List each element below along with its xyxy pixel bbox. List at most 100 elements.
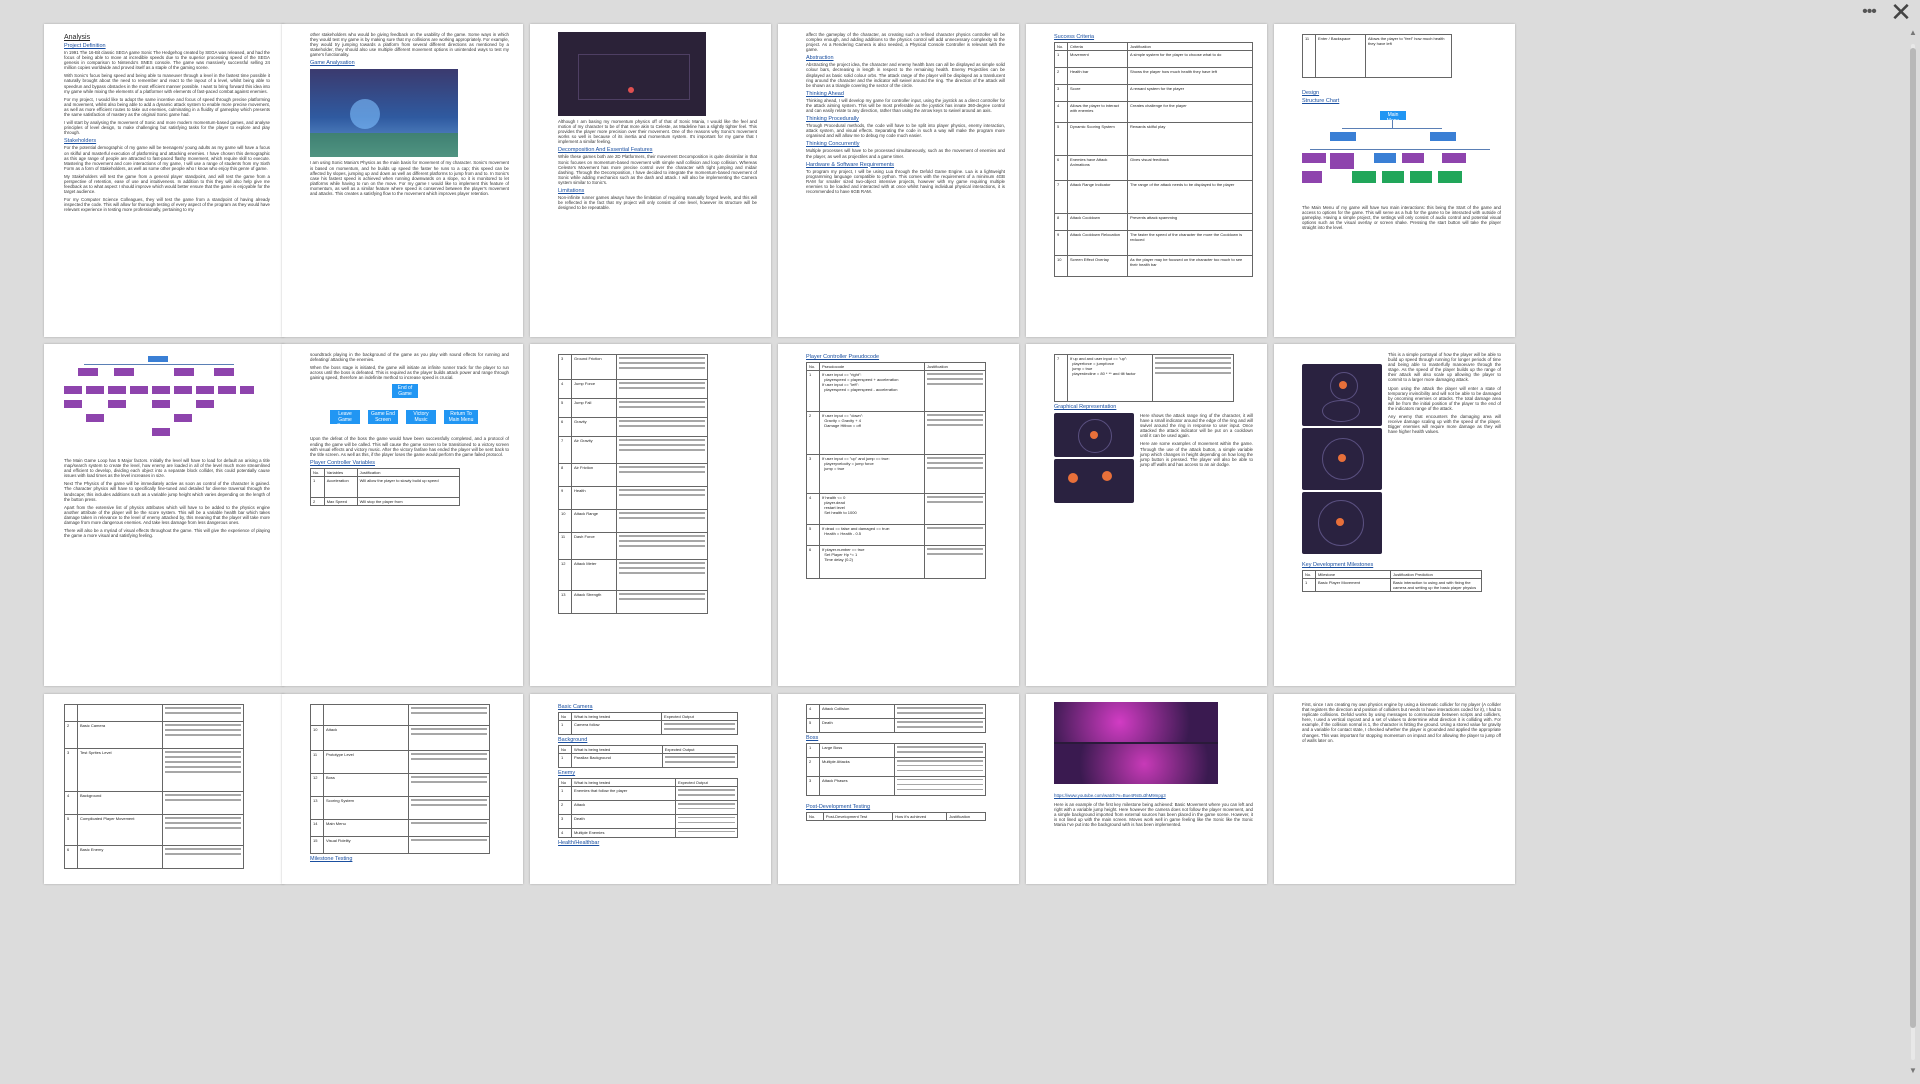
- document-page-17[interactable]: https://www.youtube.com/watch?v=Bue4RsEu…: [1026, 694, 1267, 884]
- cell: Attack: [323, 725, 409, 751]
- document-page-16[interactable]: 4 Attack Collision 5 Death Boss 1 Large Bos…: [778, 694, 1019, 884]
- section-heading: Key Development Milestones: [1302, 562, 1374, 568]
- table-row: 5 Dynamic Scoring System Rewards skilful p…: [1054, 122, 1253, 156]
- document-page-4[interactable]: affect the gameplay of the character, as…: [778, 24, 1019, 337]
- cell: [310, 704, 324, 726]
- chart-node: [218, 386, 236, 394]
- document-page-13[interactable]: 2 Basic Camera 3 Test Sprites Level 4 Backg…: [44, 694, 284, 884]
- document-page-5[interactable]: Success Criteria No. Criteria Justificat…: [1026, 24, 1267, 337]
- paragraph: Non-infinite runner games always have th…: [558, 195, 757, 211]
- document-page-10[interactable]: Player Controller Pseudocode No. Pseudoc…: [778, 344, 1019, 686]
- cell: 3: [1054, 84, 1068, 102]
- player-orb: [1068, 473, 1078, 483]
- table-row: 13 Scoring System: [310, 796, 490, 820]
- cell: The range of the attack needs to be disp…: [1127, 180, 1253, 214]
- table-row: 9 Health: [558, 486, 708, 510]
- paragraph: First, since I am creating my own physic…: [1302, 702, 1501, 743]
- cell: 2: [558, 799, 572, 815]
- document-page-3[interactable]: Although I am basing my momentum physics…: [530, 24, 771, 337]
- cell: Basic Enemy: [77, 845, 163, 869]
- table-row: 15 Visual Fidelity: [310, 836, 490, 854]
- document-page-7[interactable]: The Main Game Loop has 5 Major factors. …: [44, 344, 284, 686]
- table-row: 6 If player.number == true Set Player Hp …: [806, 545, 986, 579]
- cell: Camera follow: [570, 720, 663, 735]
- paragraph: Upon using the attack the player will en…: [1388, 385, 1501, 411]
- milestones-table: No. Milestone Justification Prediction 1…: [1302, 570, 1482, 592]
- section-heading: Enemy: [558, 769, 576, 776]
- document-page-6[interactable]: 11 Enter / Backspace Allows the player t…: [1274, 24, 1515, 337]
- table-header: Variables: [323, 467, 358, 477]
- table-header: Expected Output: [661, 744, 739, 754]
- document-page-15[interactable]: Basic Camera No What is being tested Expec…: [530, 694, 771, 884]
- cell: Dynamic Scoring System: [1067, 122, 1128, 156]
- table-row: 4 Jump Force: [558, 379, 708, 399]
- cell: 6: [64, 845, 78, 869]
- chart-node: [152, 400, 170, 408]
- cell: 9: [558, 486, 572, 510]
- player-orb: [1102, 471, 1112, 481]
- code-cell: If user input == "right": playerspeed = …: [819, 370, 925, 412]
- table-header: How it's achieved: [892, 811, 948, 821]
- chart-node: [240, 386, 254, 394]
- document-page-9[interactable]: 3 Ground Friction 4 Jump Force 5 Jump Fall …: [530, 344, 771, 686]
- document-page-14[interactable]: 10 Attack 11 Prototype Level 12 Boss 13 Scor…: [282, 694, 523, 884]
- vertical-scrollbar[interactable]: ▲ ▼: [1908, 28, 1918, 1076]
- table-row: 3 Score A reward system for the player: [1054, 84, 1253, 102]
- table-row: 1 Enemies that follow the player: [558, 785, 738, 801]
- scroll-up-arrow-icon[interactable]: ▲: [1908, 28, 1918, 38]
- section-heading: Thinking Concurrently: [806, 141, 860, 148]
- cell: 2: [806, 756, 820, 777]
- cell: 3: [806, 454, 820, 494]
- paragraph: This is a simple portrayal of how the pl…: [1388, 352, 1501, 383]
- chart-node: [114, 368, 134, 376]
- scroll-thumb[interactable]: [1910, 48, 1916, 1028]
- close-icon[interactable]: ✕: [1890, 0, 1912, 25]
- scroll-down-arrow-icon[interactable]: ▼: [1908, 1066, 1918, 1076]
- cell: Jump Fall: [571, 398, 617, 418]
- cell: Will allow the player to slowly build up…: [356, 475, 461, 498]
- cell: [616, 486, 708, 510]
- table-header: Expected Output: [661, 712, 738, 721]
- document-page-18[interactable]: First, since I am creating my own physic…: [1274, 694, 1515, 884]
- chart-node-end-of-game: End of Game: [392, 384, 418, 399]
- paragraph: To program my project, I will be using L…: [806, 168, 1005, 194]
- section-heading: Abstraction: [806, 55, 834, 62]
- pseudocode-table: No. Pseudocode Justification 1 If user in…: [806, 362, 986, 579]
- document-page-8[interactable]: soundtrack playing in the background of …: [282, 344, 523, 686]
- section-heading: Post-Development Testing: [806, 803, 871, 810]
- cell: [894, 717, 986, 733]
- structure-chart: Main Menu: [1302, 105, 1497, 205]
- cell: Main Menu: [323, 819, 409, 837]
- section-heading: Background: [558, 736, 588, 743]
- cell: 2: [64, 721, 78, 749]
- section-heading: Decomposition And Essential Features: [558, 147, 653, 154]
- table-row: 10 Screen Effect Overlay As the player may…: [1054, 255, 1253, 277]
- cell: [616, 463, 708, 487]
- cell: 4: [806, 704, 820, 719]
- cell: As the player may be focused on the char…: [1127, 255, 1253, 277]
- table-row: 3 Attack Phases: [806, 775, 986, 796]
- chart-node: [1330, 153, 1354, 169]
- table-row: 4 Background: [64, 791, 244, 815]
- table-row: 4 Multiple Enemies: [558, 827, 738, 838]
- document-page-2[interactable]: other stakeholders who would be giving f…: [282, 24, 523, 337]
- cell: 10: [1054, 255, 1068, 277]
- player-orb: [1336, 518, 1344, 526]
- more-options-icon[interactable]: •••: [1858, 1, 1880, 23]
- celeste-screenshot: [558, 32, 706, 116]
- document-page-11[interactable]: 7 If up and and user input == "up": playe…: [1026, 344, 1267, 686]
- table-row: 4 Attack Collision: [806, 704, 986, 719]
- document-page-1[interactable]: Analysis Project Definition In 1991 The …: [44, 24, 284, 337]
- video-link[interactable]: https://www.youtube.com/watch?v=Bue4RsEu…: [1054, 793, 1166, 798]
- cell: 1: [806, 370, 820, 412]
- paragraph: Thinking ahead, I will develop my game f…: [806, 97, 1005, 114]
- cell: 8: [1054, 213, 1068, 231]
- table-row: 14 Main Menu: [310, 819, 490, 837]
- document-page-12[interactable]: This is a simple portrayal of how the pl…: [1274, 344, 1515, 686]
- cell: Scoring System: [323, 796, 409, 820]
- cell: 4: [558, 827, 572, 838]
- page-thumbnail-grid: Analysis Project Definition In 1991 The …: [44, 24, 1858, 1084]
- cell: Health: [571, 486, 617, 510]
- cell: 1: [806, 742, 820, 758]
- cell: [661, 720, 738, 735]
